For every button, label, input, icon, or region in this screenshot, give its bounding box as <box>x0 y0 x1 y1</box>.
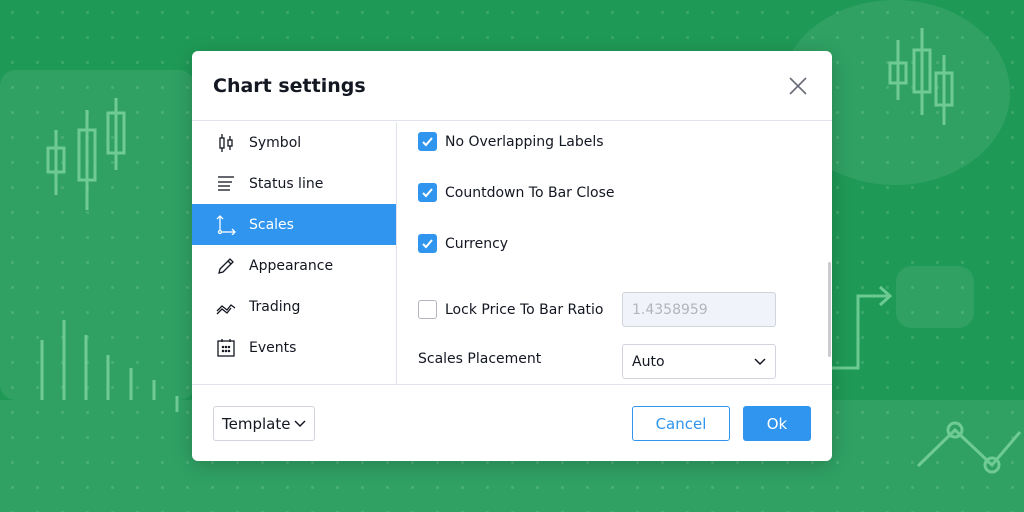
checkbox-label: Countdown To Bar Close <box>445 184 615 201</box>
select-value: Auto <box>632 353 665 370</box>
field-label: Scales Placement <box>418 351 542 367</box>
template-label: Template <box>222 414 291 433</box>
sidebar-item-label: Status line <box>249 175 324 192</box>
sidebar-item-label: Events <box>249 339 297 356</box>
close-icon[interactable] <box>788 76 808 96</box>
scales-panel: No Overlapping Labels Countdown To Bar C… <box>398 122 832 384</box>
scales-placement-label: Scales Placement <box>418 351 541 367</box>
no-overlapping-labels-checkbox[interactable]: No Overlapping Labels <box>418 132 604 151</box>
checkbox-label: Lock Price To Bar Ratio <box>445 301 604 318</box>
candlestick-icon <box>219 133 233 152</box>
trading-icon <box>216 303 236 314</box>
checkbox-label: No Overlapping Labels <box>445 133 604 150</box>
calendar-icon <box>217 338 235 357</box>
countdown-checkbox[interactable]: Countdown To Bar Close <box>418 183 615 202</box>
lock-price-ratio-checkbox[interactable]: Lock Price To Bar Ratio <box>418 300 604 319</box>
sidebar-item-events[interactable]: Events <box>192 327 396 368</box>
checkbox-label: Currency <box>445 235 509 252</box>
sidebar-item-status-line[interactable]: Status line <box>192 163 396 204</box>
template-dropdown[interactable]: Template <box>213 406 315 441</box>
sidebar-item-symbol[interactable]: Symbol <box>192 122 396 163</box>
sidebar-item-label: Scales <box>249 216 294 233</box>
scales-icon <box>216 214 236 235</box>
scales-placement-select[interactable]: Auto <box>622 344 776 379</box>
chart-settings-dialog: Chart settings Symbol Status line Scales… <box>192 51 832 461</box>
currency-checkbox[interactable]: Currency <box>418 234 508 253</box>
scrollbar[interactable] <box>828 262 831 357</box>
sidebar-item-label: Appearance <box>249 257 334 274</box>
sidebar-item-label: Symbol <box>249 134 302 151</box>
checkbox-checked-icon[interactable] <box>418 132 437 151</box>
sidebar-item-appearance[interactable]: Appearance <box>192 245 396 286</box>
dialog-footer: Template Cancel Ok <box>192 384 832 461</box>
sidebar-item-scales[interactable]: Scales <box>192 204 396 245</box>
price-bar-ratio-input[interactable]: 1.4358959 <box>622 292 776 327</box>
status-line-icon <box>218 175 234 191</box>
dialog-title: Chart settings <box>213 75 366 97</box>
sidebar: Symbol Status line Scales Appearance Tra… <box>192 122 397 384</box>
checkbox-checked-icon[interactable] <box>418 234 437 253</box>
sidebar-item-label: Trading <box>249 298 301 315</box>
checkbox-unchecked-icon[interactable] <box>418 300 437 319</box>
cancel-button[interactable]: Cancel <box>632 406 730 441</box>
sidebar-item-trading[interactable]: Trading <box>192 286 396 327</box>
chevron-down-icon <box>754 357 766 365</box>
chevron-down-icon <box>294 419 306 427</box>
pencil-icon <box>218 257 234 274</box>
dialog-header: Chart settings <box>192 51 832 121</box>
ok-button[interactable]: Ok <box>743 406 811 441</box>
checkbox-checked-icon[interactable] <box>418 183 437 202</box>
